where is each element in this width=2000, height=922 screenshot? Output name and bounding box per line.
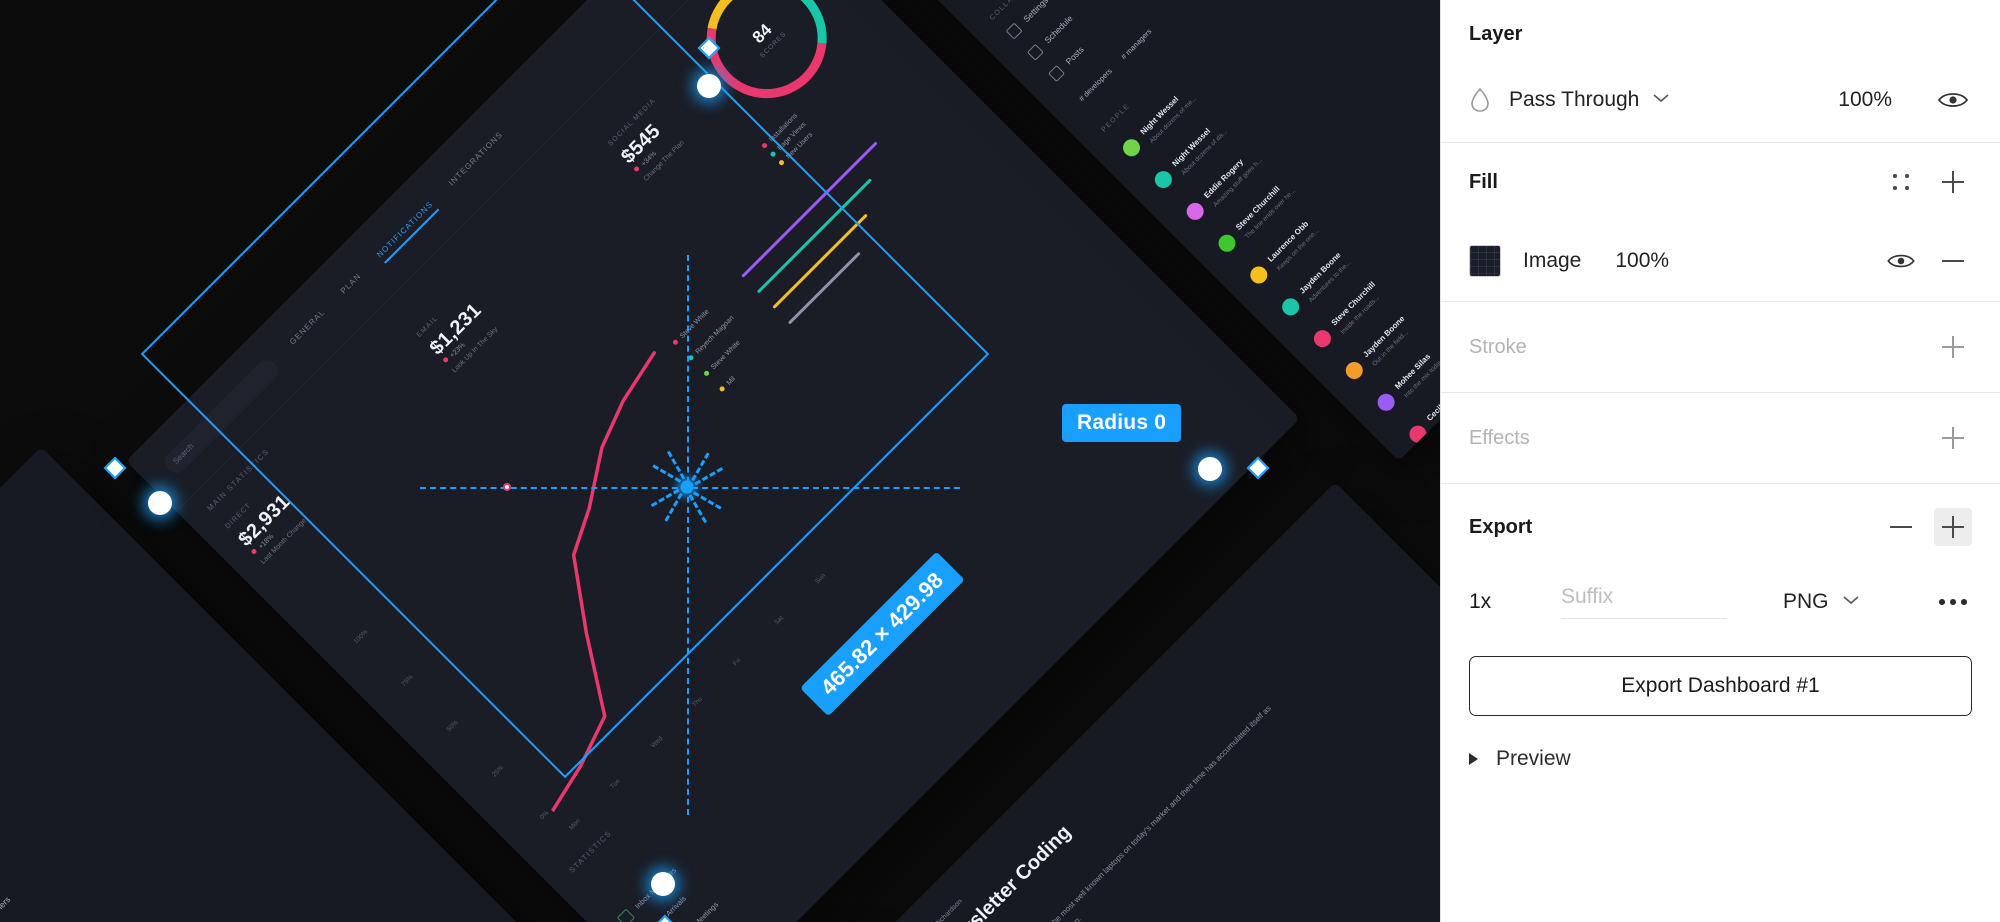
- add-export-button[interactable]: [1934, 508, 1972, 546]
- calendar-icon: [1026, 43, 1044, 61]
- section-title-export: Export: [1469, 515, 1533, 538]
- fill-header: Fill: [1469, 143, 1972, 221]
- fill-type-label[interactable]: Image: [1523, 249, 1581, 273]
- search-placeholder: Search: [171, 441, 196, 466]
- x-tick: Mon: [567, 817, 582, 832]
- export-suffix-input[interactable]: [1561, 585, 1735, 619]
- blend-mode-value[interactable]: Pass Through: [1509, 88, 1639, 112]
- x-tick: Fri: [732, 657, 743, 668]
- chevron-down-icon[interactable]: [1841, 593, 1861, 611]
- donut-chart: 84 Scores Installations Page Views New U…: [668, 0, 894, 167]
- avatar: [1374, 390, 1399, 415]
- inbox-icon: [616, 908, 636, 922]
- export-header: Export: [1469, 484, 1972, 570]
- avatar: [1183, 199, 1208, 224]
- statistics-label: Statistics: [567, 828, 614, 875]
- bar-fill: [756, 178, 873, 294]
- export-scale-value[interactable]: 1x: [1469, 590, 1561, 614]
- fill-section: Fill Image 100%: [1441, 143, 2000, 301]
- y-tick: 100%: [352, 628, 370, 646]
- avatar: [1310, 326, 1335, 351]
- effects-header: Effects: [1469, 393, 1972, 483]
- avatar: [1246, 263, 1271, 288]
- chevron-down-icon[interactable]: [1651, 91, 1671, 109]
- layer-header: Layer: [1469, 10, 1972, 58]
- export-format-value[interactable]: PNG: [1783, 590, 1829, 614]
- x-tick: Wed: [649, 735, 665, 750]
- effects-section: Effects: [1441, 393, 2000, 483]
- x-tick: Thu: [691, 695, 704, 709]
- section-title-layer: Layer: [1469, 22, 1523, 45]
- export-suffix-wrap: [1561, 585, 1735, 619]
- stroke-header: Stroke: [1469, 302, 1972, 392]
- avatar: [1342, 358, 1367, 383]
- y-tick: 50%: [445, 719, 460, 734]
- design-canvas[interactable]: control panel Your Projects Landing UI K…: [0, 0, 1440, 922]
- table-row: Steve White: [703, 140, 941, 378]
- stroke-section: Stroke: [1441, 302, 2000, 392]
- avatar: [1151, 167, 1176, 192]
- x-tick: Sun: [814, 572, 828, 586]
- y-tick: 75%: [400, 673, 415, 688]
- section-title-fill: Fill: [1469, 170, 1498, 193]
- export-section: Export 1x PNG Export Dashboard #1: [1441, 484, 2000, 802]
- blend-mode-icon: [1469, 87, 1491, 113]
- avatar: [1405, 422, 1430, 447]
- tab-plan[interactable]: Plan: [338, 271, 366, 299]
- posts-icon: [1048, 65, 1066, 82]
- bar-list: Steve White Reyech Magoan Steve White Mi…: [671, 109, 968, 405]
- export-settings-row: 1x PNG: [1469, 570, 1972, 634]
- add-stroke-button[interactable]: [1934, 328, 1972, 366]
- fill-image-thumbnail[interactable]: [1469, 245, 1501, 277]
- properties-panel: Layer Pass Through 100% Fill Image 100% …: [1440, 0, 2000, 922]
- export-more-options-icon[interactable]: [1934, 583, 1972, 621]
- avatar: [1278, 294, 1303, 319]
- export-button[interactable]: Export Dashboard #1: [1469, 656, 1972, 716]
- bar-fill: [787, 251, 861, 325]
- app-root: control panel Your Projects Landing UI K…: [0, 0, 2000, 922]
- preview-row[interactable]: Preview: [1469, 716, 1972, 802]
- y-tick: 25%: [490, 764, 506, 779]
- layer-section: Layer Pass Through 100%: [1441, 0, 2000, 142]
- layer-opacity-value[interactable]: 100%: [1838, 88, 1892, 112]
- gear-icon: [1005, 22, 1023, 40]
- tab-general[interactable]: General: [288, 307, 330, 349]
- add-effect-button[interactable]: [1934, 419, 1972, 457]
- fill-item-row: Image 100%: [1469, 221, 1972, 301]
- preview-label: Preview: [1496, 747, 1571, 770]
- eye-icon[interactable]: [1934, 81, 1972, 119]
- chevron-right-icon[interactable]: [1469, 753, 1478, 765]
- input-underline: [1561, 617, 1727, 619]
- artboard-stack: control panel Your Projects Landing UI K…: [0, 0, 1440, 922]
- remove-export-button[interactable]: [1882, 508, 1920, 546]
- fill-styles-icon[interactable]: [1882, 163, 1920, 201]
- x-tick: Tue: [608, 777, 622, 791]
- remove-fill-button[interactable]: [1934, 242, 1972, 280]
- blend-mode-row: Pass Through 100%: [1469, 58, 1972, 142]
- section-title-effects: Effects: [1469, 426, 1530, 449]
- section-title-stroke: Stroke: [1469, 335, 1527, 358]
- x-tick: Sat: [773, 614, 785, 627]
- y-tick: 0%: [538, 809, 551, 822]
- tab-integrations[interactable]: Integrations: [447, 129, 508, 190]
- avatar: [1119, 135, 1144, 160]
- fill-visibility-eye-icon[interactable]: [1882, 242, 1920, 280]
- table-row: Mil: [718, 156, 957, 394]
- table-row: Reyech Magoan: [687, 124, 925, 362]
- fill-opacity-value[interactable]: 100%: [1615, 249, 1669, 273]
- add-fill-button[interactable]: [1934, 163, 1972, 201]
- avatar: [1214, 231, 1240, 256]
- tab-notifications[interactable]: Notifications: [375, 199, 438, 262]
